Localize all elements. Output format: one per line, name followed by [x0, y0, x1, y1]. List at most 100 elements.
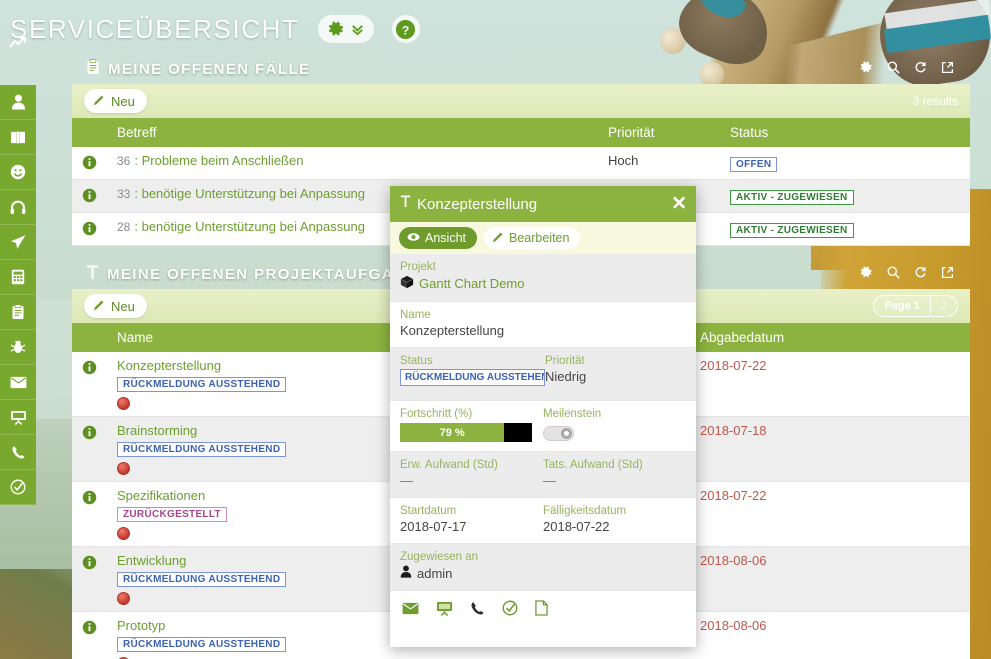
modal-field-priority: Priorität Niedrig	[545, 355, 686, 391]
book-icon	[10, 130, 26, 144]
cases-new-button[interactable]: Neu	[84, 89, 147, 113]
task-due-cell: 2018-08-06	[690, 546, 970, 612]
case-id: 36	[117, 154, 131, 168]
trend-up-icon[interactable]	[0, 0, 36, 85]
row-info-cell	[72, 546, 107, 612]
sidebar-item-bugs[interactable]	[0, 330, 36, 365]
info-icon[interactable]	[82, 425, 97, 443]
clipboard-icon	[86, 59, 100, 79]
zugewiesen-an-value[interactable]: admin	[417, 566, 452, 581]
check-circle-icon[interactable]	[502, 600, 518, 621]
info-icon[interactable]	[82, 620, 97, 638]
sidebar-item-projects[interactable]	[0, 400, 36, 435]
panel-cases-title: MEINE OFFENEN FÄLLE	[108, 60, 311, 78]
tab-bearbeiten[interactable]: Bearbeiten	[484, 227, 581, 249]
sidebar-item-quotes[interactable]	[0, 260, 36, 295]
task-due-cell: 2018-07-18	[690, 416, 970, 482]
task-due-cell: 2018-07-22	[690, 481, 970, 547]
sidebar-item-leads[interactable]	[0, 155, 36, 190]
status-badge: ZURÜCKGESTELLT	[117, 507, 227, 522]
sidebar-item-cases[interactable]	[0, 295, 36, 330]
info-icon[interactable]	[82, 360, 97, 378]
cases-results-count: 3 results	[912, 94, 958, 108]
gear-icon[interactable]	[860, 265, 873, 283]
table-row[interactable]: 36: Probleme beim Anschließen Hoch OFFEN	[72, 147, 970, 180]
pager-current-page[interactable]: Page 1	[874, 296, 929, 316]
sidebar-item-support[interactable]	[0, 190, 36, 225]
cases-col-priority: Priorität	[598, 118, 720, 147]
help-button[interactable]: ?	[391, 15, 420, 43]
meilenstein-toggle[interactable]	[543, 426, 574, 441]
case-id: 28	[117, 220, 131, 234]
close-icon[interactable]: ✕	[671, 195, 687, 214]
modal-field-assigned: Zugewiesen an admin	[390, 544, 696, 591]
task-due-cell: 2018-07-22	[690, 352, 970, 417]
row-info-cell	[72, 611, 107, 659]
popout-icon[interactable]	[941, 61, 954, 78]
refresh-icon[interactable]	[914, 61, 927, 78]
projekt-label: Projekt	[400, 261, 436, 273]
status-badge: RÜCKMELDUNG AUSSTEHEND	[117, 637, 287, 652]
case-subject-cell: 36: Probleme beim Anschließen	[107, 147, 598, 180]
status-badge: AKTIV - ZUGEWIESEN	[730, 223, 854, 238]
settings-menu-button[interactable]	[317, 15, 374, 43]
case-subject[interactable]: : benötige Unterstützung bei Anpassung	[134, 186, 365, 201]
progress-bar-fill: 79 %	[400, 423, 505, 442]
task-due-date: 2018-07-22	[700, 488, 767, 503]
row-info-cell	[72, 179, 107, 213]
question-circle-icon: ?	[395, 19, 416, 40]
search-icon[interactable]	[887, 61, 900, 78]
search-icon[interactable]	[887, 266, 900, 283]
chevron-double-down-icon	[351, 23, 364, 36]
task-due-cell: 2018-08-06	[690, 611, 970, 659]
cases-table-header: Betreff Priorität Status	[72, 118, 970, 147]
modal-title: Konzepterstellung	[417, 195, 538, 213]
info-icon[interactable]	[82, 490, 97, 508]
task-T-icon	[86, 264, 99, 284]
case-status-cell: AKTIV - ZUGEWIESEN	[720, 179, 970, 213]
info-icon[interactable]	[82, 555, 97, 573]
meilenstein-label: Meilenstein	[543, 408, 602, 420]
document-icon[interactable]	[535, 600, 548, 621]
phone-icon	[11, 445, 26, 460]
name-label: Name	[400, 309, 431, 321]
sidebar-item-tasks[interactable]	[0, 470, 36, 505]
case-priority-cell: Hoch	[598, 147, 720, 180]
sidebar-item-contacts[interactable]	[0, 85, 36, 120]
bug-icon	[10, 339, 26, 355]
tab-ansicht[interactable]: Ansicht	[399, 227, 477, 249]
refresh-icon[interactable]	[914, 266, 927, 283]
projekt-value[interactable]: Gantt Chart Demo	[419, 276, 525, 291]
sidebar-item-campaigns[interactable]	[0, 225, 36, 260]
sidebar-item-calls[interactable]	[0, 435, 36, 470]
modal-field-status-priority: Status RÜCKMELDUNG AUSSTEHEND Priorität …	[390, 348, 696, 401]
case-subject[interactable]: : Probleme beim Anschließen	[134, 153, 303, 168]
sidebar-item-emails[interactable]	[0, 365, 36, 400]
info-icon[interactable]	[82, 221, 97, 239]
modal-field-est-effort: Erw. Aufwand (Std) —	[400, 459, 543, 488]
phone-icon[interactable]	[470, 601, 485, 621]
modal-field-progress: Fortschritt (%) 79 %	[400, 408, 543, 442]
envelope-icon	[10, 376, 27, 389]
info-icon[interactable]	[82, 188, 97, 206]
tasks-new-button[interactable]: Neu	[84, 294, 147, 318]
faelligkeitsdatum-label: Fälligkeitsdatum	[543, 505, 627, 517]
sidebar-item-accounts[interactable]	[0, 120, 36, 155]
check-circle-icon	[10, 479, 26, 495]
info-icon[interactable]	[82, 155, 97, 173]
gear-icon[interactable]	[860, 60, 873, 78]
tats-aufwand-value: —	[543, 473, 556, 488]
popout-icon[interactable]	[941, 266, 954, 283]
svg-text:?: ?	[402, 23, 410, 37]
erw-aufwand-label: Erw. Aufwand (Std)	[400, 459, 498, 471]
priority-dot-icon	[117, 592, 130, 605]
erw-aufwand-value: —	[400, 473, 413, 488]
case-subject[interactable]: : benötige Unterstützung bei Anpassung	[134, 219, 365, 234]
envelope-icon[interactable]	[402, 602, 419, 620]
pencil-icon	[93, 299, 105, 314]
pager-next-page[interactable]: 2	[929, 296, 957, 316]
user-icon	[400, 565, 412, 581]
eye-icon	[407, 231, 420, 245]
status-badge: RÜCKMELDUNG AUSSTEHEND	[117, 442, 287, 457]
presentation-icon[interactable]	[436, 601, 453, 621]
